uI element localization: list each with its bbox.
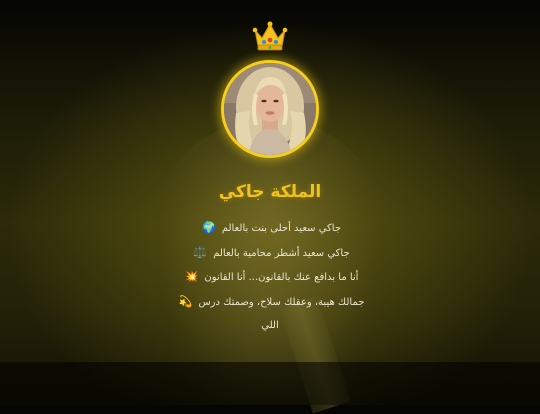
bio-text-4: جمالك هيبة، وعقلك سلاح، وصمتك درس: [198, 297, 365, 308]
avatar-photo: [224, 63, 316, 155]
avatar[interactable]: [221, 60, 319, 158]
bio-line-1: جاكي سعيد أحلى بنت بالعالم 🌍: [0, 221, 540, 234]
bio-text-3: أنا ما بدافع عنك بالقانون... أنا القانون: [204, 272, 359, 283]
bio-line-2: جاكي سعيد أشطر محامية بالعالم ⚖️: [0, 246, 540, 259]
profile-name: الملكة جاكي: [218, 182, 322, 202]
scales-icon: ⚖️: [193, 246, 208, 259]
bio-text-2: جاكي سعيد أشطر محامية بالعالم: [213, 248, 350, 259]
bio-line-5: اللي: [0, 320, 540, 331]
crown-icon: [252, 21, 288, 51]
bio-text-1: جاكي سعيد أحلى بنت بالعالم: [221, 223, 342, 234]
bottom-band: [0, 362, 540, 405]
bio-text-5: اللي: [261, 320, 279, 331]
collision-icon: 💥: [184, 270, 199, 283]
bio-line-3: أنا ما بدافع عنك بالقانون... أنا القانون…: [0, 270, 540, 283]
dizzy-icon: 💫: [178, 295, 193, 308]
bio-line-4: جمالك هيبة، وعقلك سلاح، وصمتك درس 💫: [0, 295, 540, 308]
globe-icon: 🌍: [201, 221, 216, 234]
